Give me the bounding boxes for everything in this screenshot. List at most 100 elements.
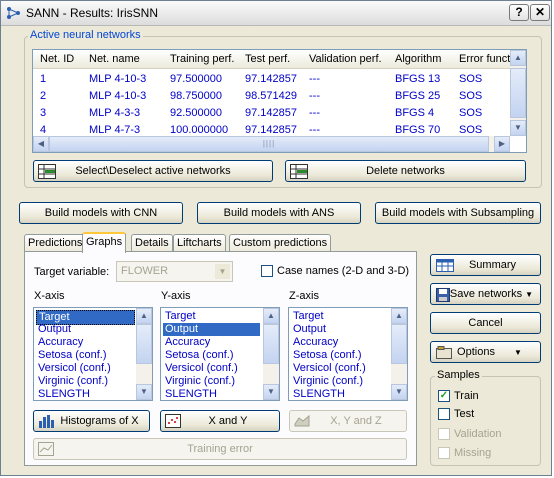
- network-row[interactable]: 2 MLP 4-10-3 98.750000 98.571429 --- BFG…: [33, 88, 510, 104]
- list-item[interactable]: Setosa (conf.): [163, 349, 235, 362]
- scroll-up-icon[interactable]: ▲: [510, 50, 526, 66]
- list-item[interactable]: Virginic (conf.): [291, 375, 365, 388]
- scroll-down-icon[interactable]: ▼: [391, 384, 407, 400]
- samples-label: Samples: [435, 369, 482, 381]
- scroll-down-icon[interactable]: ▼: [263, 384, 279, 400]
- list-item[interactable]: Versicol (conf.): [163, 362, 240, 375]
- z-axis-list-scrollbar[interactable]: ▲ ▼: [391, 308, 407, 400]
- col-net-id[interactable]: Net. ID: [40, 53, 74, 65]
- validation-perf: ---: [309, 124, 320, 136]
- list-item[interactable]: Accuracy: [163, 336, 212, 349]
- algorithm: BFGS 4: [395, 107, 435, 119]
- target-variable-select[interactable]: FLOWER ▼: [116, 261, 233, 282]
- list-item[interactable]: SLENGTH: [163, 388, 219, 400]
- list-item[interactable]: Output: [291, 323, 328, 336]
- options-label: Options: [457, 346, 495, 358]
- scroll-thumb[interactable]: [391, 324, 407, 364]
- x-axis-list[interactable]: Target Output Accuracy Setosa (conf.) Ve…: [33, 307, 153, 401]
- validation-checkbox[interactable]: [438, 428, 450, 440]
- col-test-perf[interactable]: Test perf.: [245, 53, 290, 65]
- delete-networks-button[interactable]: Delete networks: [285, 160, 526, 182]
- network-row[interactable]: 1 MLP 4-10-3 97.500000 97.142857 --- BFG…: [33, 71, 510, 87]
- tab-liftcharts[interactable]: Liftcharts: [173, 234, 226, 252]
- missing-checkbox[interactable]: [438, 447, 450, 459]
- training-error-label: Training error: [187, 443, 253, 455]
- col-error-funct[interactable]: Error funct: [459, 53, 510, 65]
- tab-details[interactable]: Details: [131, 234, 173, 252]
- scroll-down-icon[interactable]: ▼: [136, 384, 152, 400]
- histograms-button[interactable]: Histograms of X: [33, 410, 150, 432]
- scroll-up-icon[interactable]: ▲: [391, 308, 407, 324]
- save-networks-button[interactable]: Save networks ▼: [430, 283, 541, 305]
- scroll-thumb[interactable]: [510, 68, 526, 118]
- train-checkbox[interactable]: ✓: [438, 390, 450, 402]
- scroll-right-icon[interactable]: ▶: [494, 136, 510, 152]
- algorithm: BFGS 25: [395, 90, 441, 102]
- networks-horizontal-scrollbar[interactable]: ◀ |||| ▶: [33, 136, 510, 152]
- histogram-icon: [39, 415, 54, 428]
- network-row[interactable]: 3 MLP 4-3-3 92.500000 97.142857 --- BFGS…: [33, 105, 510, 121]
- tab-graphs[interactable]: Graphs: [82, 232, 127, 253]
- y-axis-list-scrollbar[interactable]: ▲ ▼: [263, 308, 279, 400]
- algorithm: BFGS 13: [395, 73, 441, 85]
- list-item[interactable]: Accuracy: [291, 336, 340, 349]
- floppy-disk-icon: [436, 288, 450, 302]
- horizontal-scroll-thumb[interactable]: ||||: [49, 136, 489, 152]
- options-button[interactable]: Options ▼: [430, 341, 541, 363]
- close-button[interactable]: ✕: [530, 4, 550, 21]
- list-item[interactable]: Versicol (conf.): [36, 362, 113, 375]
- case-names-checkbox[interactable]: [261, 265, 273, 277]
- col-algorithm[interactable]: Algorithm: [395, 53, 441, 65]
- list-item[interactable]: Setosa (conf.): [291, 349, 363, 362]
- x-y-and-z-button[interactable]: X, Y and Z: [289, 410, 407, 432]
- col-net-name[interactable]: Net. name: [89, 53, 140, 65]
- col-training-perf[interactable]: Training perf.: [170, 53, 234, 65]
- training-perf: 100.000000: [170, 124, 229, 136]
- list-item[interactable]: Output: [163, 323, 260, 336]
- build-cnn-button[interactable]: Build models with CNN: [19, 202, 183, 224]
- cancel-button[interactable]: Cancel: [430, 312, 541, 334]
- select-deselect-label: Select\Deselect active networks: [75, 165, 231, 177]
- list-item[interactable]: Versicol (conf.): [291, 362, 368, 375]
- checkmark-icon: ✓: [439, 390, 449, 401]
- list-item[interactable]: SLENGTH: [36, 388, 92, 400]
- list-item[interactable]: Virginic (conf.): [36, 375, 110, 388]
- tab-custom-predictions[interactable]: Custom predictions: [229, 234, 332, 252]
- list-item[interactable]: Setosa (conf.): [36, 349, 108, 362]
- x-and-y-button[interactable]: X and Y: [160, 410, 280, 432]
- list-item[interactable]: Target: [163, 310, 198, 323]
- z-axis-label: Z-axis: [289, 290, 319, 302]
- scroll-up-icon[interactable]: ▲: [136, 308, 152, 324]
- test-checkbox[interactable]: [438, 408, 450, 420]
- tab-predictions[interactable]: Predictions: [24, 234, 87, 252]
- scroll-up-icon[interactable]: ▲: [263, 308, 279, 324]
- training-perf: 97.500000: [170, 73, 222, 85]
- list-item[interactable]: Target: [291, 310, 326, 323]
- summary-button[interactable]: Summary: [430, 254, 541, 276]
- y-axis-list[interactable]: Target Output Accuracy Setosa (conf.) Ve…: [160, 307, 280, 401]
- validation-perf: ---: [309, 90, 320, 102]
- save-networks-label: Save networks: [449, 288, 523, 300]
- list-item[interactable]: Output: [36, 323, 73, 336]
- list-item[interactable]: Accuracy: [36, 336, 85, 349]
- scroll-left-icon[interactable]: ◀: [33, 136, 49, 152]
- build-subsampling-button[interactable]: Build models with Subsampling: [375, 202, 541, 224]
- test-perf: 97.142857: [245, 107, 297, 119]
- error-funct: SOS: [459, 107, 483, 119]
- x-and-y-label: X and Y: [208, 415, 248, 427]
- networks-vertical-scrollbar[interactable]: ▲ ▼: [510, 50, 526, 136]
- net-name: MLP 4-10-3: [89, 90, 147, 102]
- x-axis-list-scrollbar[interactable]: ▲ ▼: [136, 308, 152, 400]
- list-item[interactable]: Virginic (conf.): [163, 375, 237, 388]
- scroll-thumb[interactable]: [136, 324, 152, 364]
- select-deselect-networks-button[interactable]: Select\Deselect active networks: [33, 160, 273, 182]
- scroll-thumb[interactable]: [263, 324, 279, 364]
- build-ans-button[interactable]: Build models with ANS: [197, 202, 361, 224]
- col-validation-perf[interactable]: Validation perf.: [309, 53, 382, 65]
- z-axis-list[interactable]: Target Output Accuracy Setosa (conf.) Ve…: [288, 307, 408, 401]
- list-item[interactable]: SLENGTH: [291, 388, 347, 400]
- training-error-button[interactable]: Training error: [33, 438, 407, 460]
- help-button[interactable]: ?: [509, 4, 529, 21]
- scroll-down-icon[interactable]: ▼: [510, 120, 526, 136]
- networks-list[interactable]: Net. ID Net. name Training perf. Test pe…: [32, 49, 527, 153]
